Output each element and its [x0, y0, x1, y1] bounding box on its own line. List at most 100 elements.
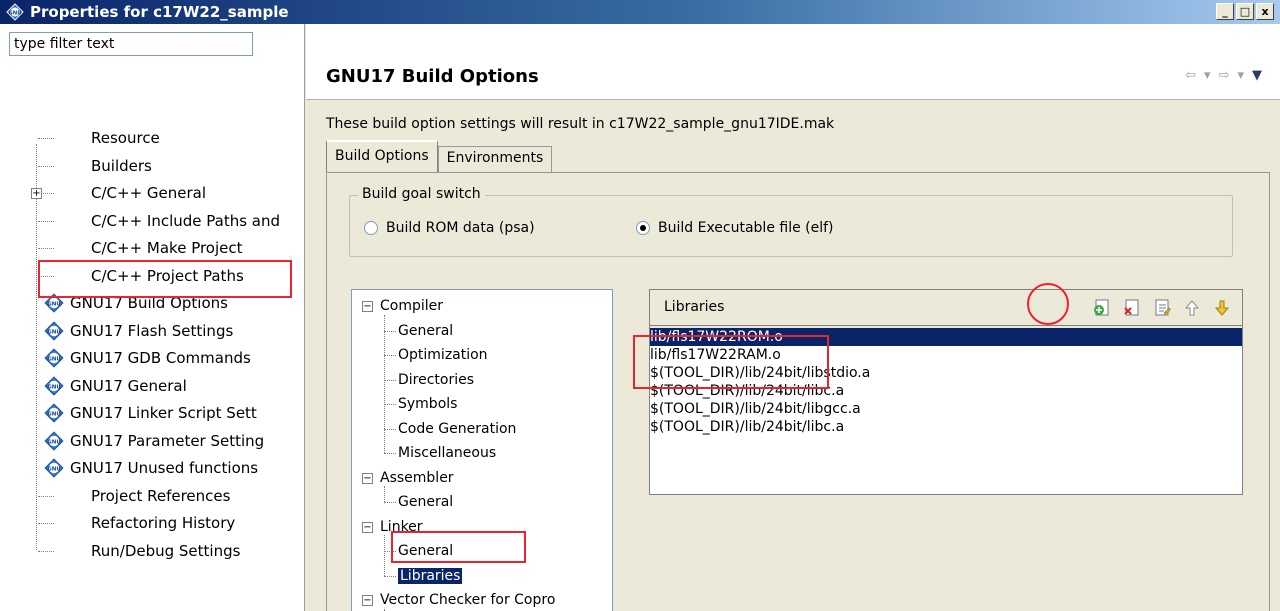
- tab-strip: Build Options Environments: [326, 140, 553, 172]
- radio-button-checked[interactable]: [636, 221, 650, 235]
- tree-connector: [384, 453, 396, 454]
- sidebar-item[interactable]: GNU GNU17 Parameter Setting: [44, 428, 264, 454]
- back-menu-icon[interactable]: ▾: [1204, 68, 1211, 83]
- libraries-toolbar: [1092, 298, 1232, 318]
- radio-button[interactable]: [364, 221, 378, 235]
- sidebar-item[interactable]: GNU GNU17 GDB Commands: [44, 345, 251, 371]
- collapse-icon[interactable]: −: [362, 301, 373, 312]
- sidebar-item[interactable]: C/C++ Make Project: [91, 235, 243, 261]
- options-item[interactable]: General: [398, 319, 453, 343]
- svg-text:GNU: GNU: [47, 411, 61, 417]
- sidebar-item[interactable]: Builders: [91, 153, 152, 179]
- radio-build-executable[interactable]: Build Executable file (elf): [636, 220, 834, 236]
- options-item[interactable]: Miscellaneous: [398, 441, 496, 465]
- sidebar-item[interactable]: GNU GNU17 General: [44, 373, 187, 399]
- gnu-icon: GNU: [44, 403, 64, 423]
- gnu-app-icon: GNU: [6, 3, 24, 21]
- filter-input[interactable]: [9, 32, 253, 56]
- library-item[interactable]: $(TOOL_DIR)/lib/24bit/libgcc.a: [650, 400, 1242, 418]
- options-group[interactable]: Assembler: [380, 466, 454, 490]
- add-icon[interactable]: [1092, 298, 1112, 318]
- library-item[interactable]: $(TOOL_DIR)/lib/24bit/libc.a: [650, 418, 1242, 436]
- tree-connector: [384, 428, 396, 430]
- delete-icon[interactable]: [1122, 298, 1142, 318]
- options-item-label: Miscellaneous: [398, 445, 497, 461]
- options-item-label: General: [398, 322, 454, 339]
- build-options-tab-body: Build goal switch Build ROM data (psa) B…: [326, 172, 1270, 611]
- options-item[interactable]: Code Generation: [398, 417, 516, 441]
- options-item[interactable]: Optimization: [398, 343, 488, 367]
- sidebar-item-label: C/C++ Make Project: [91, 239, 243, 257]
- page-description: These build option settings will result …: [326, 116, 835, 132]
- highlight-box-libraries-items: [633, 335, 829, 389]
- tab-environments[interactable]: Environments: [437, 146, 553, 172]
- tree-connector: [384, 575, 396, 577]
- highlight-box-build-options: [38, 260, 292, 298]
- sidebar-item-label: GNU17 General: [70, 376, 187, 395]
- options-item[interactable]: General: [398, 490, 453, 514]
- options-item-label: Libraries: [398, 567, 463, 584]
- edit-icon[interactable]: [1152, 298, 1172, 318]
- move-up-icon[interactable]: [1182, 298, 1202, 318]
- tree-connector: [38, 550, 54, 552]
- options-group[interactable]: Compiler: [380, 294, 443, 318]
- svg-text:GNU: GNU: [47, 301, 61, 307]
- page-header: GNU17 Build Options ⇦ ▾ ⇨ ▾ ▼: [306, 24, 1280, 100]
- tree-connector: [384, 404, 396, 405]
- sidebar-item[interactable]: Project References: [91, 483, 230, 509]
- history-nav: ⇦ ▾ ⇨ ▾ ▼: [1185, 68, 1262, 83]
- minimize-button[interactable]: _: [1216, 3, 1234, 20]
- sidebar-item[interactable]: GNU GNU17 Unused functions: [44, 455, 258, 481]
- sidebar-item-label: Resource: [91, 129, 160, 147]
- tree-connector: [384, 502, 396, 503]
- options-item[interactable]: Directories: [398, 368, 474, 392]
- gnu-icon: GNU: [44, 458, 64, 478]
- gnu-icon: GNU: [44, 375, 64, 396]
- options-item-label: Symbols: [398, 396, 458, 412]
- sidebar-item[interactable]: GNU GNU17 Linker Script Sett: [44, 400, 257, 426]
- sidebar-item[interactable]: C/C++ General: [91, 180, 206, 206]
- tree-guide-line: [384, 486, 385, 502]
- tree-guide-line: [384, 314, 385, 453]
- svg-text:GNU: GNU: [8, 10, 21, 16]
- sidebar-item[interactable]: Run/Debug Settings: [91, 538, 240, 564]
- options-group[interactable]: Vector Checker for Copro: [380, 588, 555, 611]
- sidebar-item-label: GNU17 Linker Script Sett: [70, 404, 257, 422]
- sidebar-item[interactable]: Resource: [91, 125, 160, 151]
- sidebar-item-label: Refactoring History: [91, 514, 236, 532]
- tree-connector: [384, 330, 396, 332]
- options-item[interactable]: Libraries: [398, 564, 463, 588]
- gnu-icon: GNU: [44, 348, 64, 368]
- collapse-icon[interactable]: −: [362, 521, 373, 533]
- maximize-button[interactable]: □: [1236, 3, 1254, 20]
- sidebar-item[interactable]: GNU GNU17 Flash Settings: [44, 318, 233, 344]
- forward-arrow-icon[interactable]: ⇨: [1219, 68, 1230, 83]
- options-item-label: General: [398, 494, 454, 510]
- expand-icon[interactable]: +: [31, 188, 42, 199]
- tree-connector: [38, 523, 54, 524]
- sidebar-item[interactable]: Refactoring History: [91, 510, 235, 536]
- view-menu-icon[interactable]: ▼: [1252, 68, 1262, 83]
- tree-connector: [384, 355, 396, 356]
- collapse-icon[interactable]: −: [362, 595, 373, 606]
- radio-label: Build ROM data (psa): [386, 220, 535, 236]
- tab-build-options[interactable]: Build Options: [326, 140, 438, 172]
- build-goal-group: Build goal switch Build ROM data (psa) B…: [349, 186, 1233, 257]
- back-arrow-icon[interactable]: ⇦: [1185, 68, 1196, 83]
- move-down-icon[interactable]: [1212, 298, 1232, 318]
- svg-text:GNU: GNU: [47, 439, 61, 445]
- svg-text:GNU: GNU: [47, 329, 61, 335]
- forward-menu-icon[interactable]: ▾: [1237, 68, 1244, 83]
- tree-connector: [384, 379, 396, 381]
- radio-build-rom[interactable]: Build ROM data (psa): [364, 220, 535, 236]
- sidebar-item-label: GNU17 Flash Settings: [70, 321, 234, 340]
- sidebar-item-label: C/C++ General: [91, 184, 207, 202]
- close-button[interactable]: x: [1256, 3, 1274, 20]
- options-item[interactable]: Symbols: [398, 392, 457, 416]
- collapse-icon[interactable]: −: [362, 472, 373, 484]
- sidebar-item[interactable]: C/C++ Include Paths and: [91, 208, 280, 234]
- title-bar: GNU Properties for c17W22_sample _ □ x: [0, 0, 1280, 24]
- sidebar-item-label: GNU17 Parameter Setting: [70, 431, 265, 450]
- libraries-header: Libraries: [650, 290, 1242, 326]
- highlight-box-libraries-node: [391, 531, 526, 563]
